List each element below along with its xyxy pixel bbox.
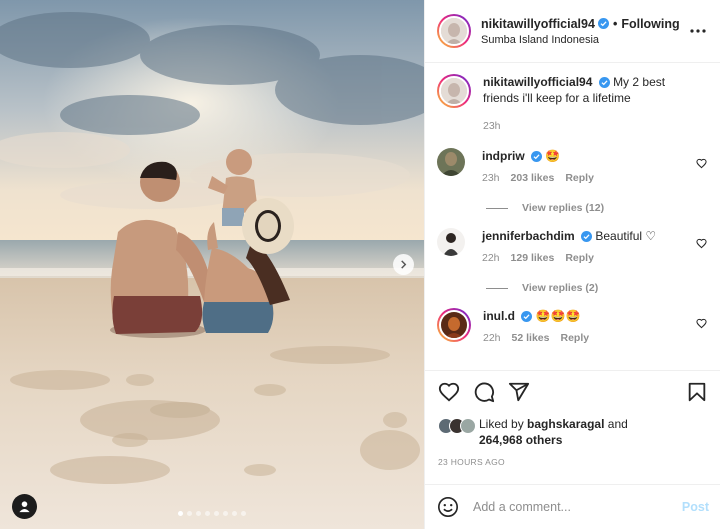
liked-by-and: and [607,417,628,431]
replies-divider-line [486,207,508,209]
verified-badge-icon [581,231,593,243]
save-bookmark-icon[interactable] [686,381,708,403]
comment-likes[interactable]: 129 likes [511,250,555,266]
commenter-avatar[interactable] [437,148,465,176]
view-replies-button[interactable]: View replies (2) [486,282,709,294]
commenter-username[interactable]: inul.d [483,309,515,323]
liked-by-username[interactable]: baghskaragal [527,417,604,431]
carousel-dot [241,511,246,516]
like-heart-icon[interactable] [438,381,460,403]
carousel-indicator [0,511,424,516]
header-separator: • [612,16,618,31]
likes-count-link[interactable]: 264,968 others [479,433,562,447]
view-replies-button[interactable]: View replies (12) [486,202,709,214]
likers-avatars [438,418,476,434]
comment-likes[interactable]: 203 likes [511,170,555,186]
following-button[interactable]: Following [621,17,679,31]
post-comment-button[interactable]: Post [682,500,709,514]
likes-summary: Liked by baghskaragal and 264,968 others [438,416,628,448]
caption: nikitawillyofficial94 My 2 best friends … [437,74,709,134]
like-comment-heart-icon[interactable] [696,318,707,329]
verified-badge-icon [521,311,533,323]
verified-badge-icon [531,151,543,163]
commenter-avatar[interactable] [437,308,471,342]
carousel-dot [232,511,237,516]
like-comment-heart-icon[interactable] [696,238,707,249]
reply-button[interactable]: Reply [565,170,594,186]
comment-item: jenniferbachdim Beautiful ♡ 22h 129 like… [437,228,709,266]
commenter-avatar[interactable] [437,228,465,256]
post-location[interactable]: Sumba Island Indonesia [481,34,688,46]
carousel-dot [196,511,201,516]
liked-by-prefix: Liked by [479,417,524,431]
view-replies-label: View replies (2) [522,282,599,294]
carousel-dot [223,511,228,516]
comment-likes[interactable]: 52 likes [512,330,550,346]
carousel-dot [187,511,192,516]
post-header: nikitawillyofficial94 • Following Sumba … [425,0,720,63]
instagram-post-modal: nikitawillyofficial94 • Following Sumba … [0,0,720,529]
verified-badge-icon [598,77,610,89]
more-options-button[interactable] [688,21,708,41]
comment-time[interactable]: 22h [483,330,501,346]
caption-author-avatar[interactable] [437,74,471,108]
verified-badge-icon [597,18,609,29]
carousel-dot [205,511,210,516]
carousel-dot [178,511,183,516]
post-details-panel: nikitawillyofficial94 • Following Sumba … [424,0,720,529]
comment-time[interactable]: 23h [482,170,500,186]
share-paper-plane-icon[interactable] [508,381,530,403]
comment-item: inul.d 🤩🤩🤩 22h 52 likes Reply [437,308,709,346]
carousel-next-button[interactable] [393,254,414,275]
carousel-dot [214,511,219,516]
comment-item: indpriw 🤩 23h 203 likes Reply [437,148,709,186]
reply-button[interactable]: Reply [560,330,589,346]
emoji-icon[interactable] [437,496,459,518]
like-comment-heart-icon[interactable] [696,158,707,169]
comment-input[interactable] [473,500,682,514]
caption-time[interactable]: 23h [483,118,501,134]
post-photo[interactable] [0,0,424,529]
comment-text: 🤩 [545,149,561,163]
view-replies-label: View replies (12) [522,202,605,214]
commenter-username[interactable]: indpriw [482,149,525,163]
comments-list[interactable]: nikitawillyofficial94 My 2 best friends … [425,64,720,369]
commenter-username[interactable]: jenniferbachdim [482,229,575,243]
add-comment-bar: Post [425,484,720,529]
reply-button[interactable]: Reply [565,250,594,266]
author-username[interactable]: nikitawillyofficial94 [481,17,595,31]
comment-text: 🤩🤩🤩 [535,309,581,323]
author-avatar[interactable] [437,14,471,48]
chevron-right-icon [401,260,407,269]
beach-photo-image [0,0,424,529]
comment-text: Beautiful ♡ [595,229,657,243]
caption-username[interactable]: nikitawillyofficial94 [483,75,592,89]
comment-bubble-icon[interactable] [473,381,495,403]
replies-divider-line [486,287,508,289]
comment-time[interactable]: 22h [482,250,500,266]
header-text: nikitawillyofficial94 • Following Sumba … [481,17,688,46]
more-horizontal-icon [690,29,706,33]
post-timestamp[interactable]: 23 HOURS AGO [438,457,505,467]
post-action-bar [425,370,720,412]
